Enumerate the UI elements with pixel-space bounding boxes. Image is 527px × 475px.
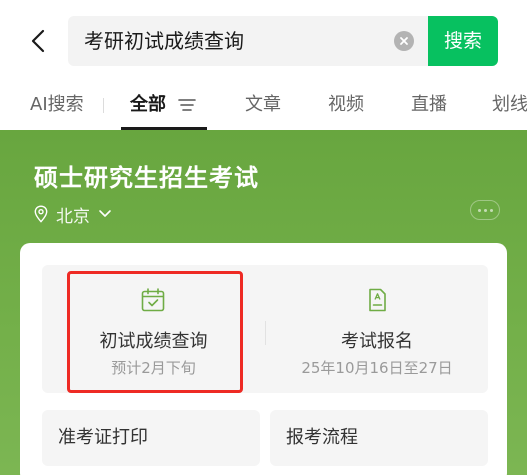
service-subtitle: 25年10月16日至27日 <box>301 359 453 377</box>
location-pin-icon <box>34 205 48 223</box>
service-title: 初试成绩查询 <box>99 331 208 352</box>
tab-videos[interactable]: 视频 <box>328 90 364 120</box>
search-input[interactable]: 考研初试成绩查询 <box>84 16 244 66</box>
location-selector[interactable]: 北京 <box>34 202 112 227</box>
tab-divider <box>103 98 104 113</box>
tab-articles[interactable]: 文章 <box>245 90 281 120</box>
card-title: 硕士研究生招生考试 <box>34 164 259 192</box>
service-subtitle: 预计2月下旬 <box>111 359 196 377</box>
service-registration[interactable]: 考试报名 25年10月16日至27日 <box>266 265 488 393</box>
back-button[interactable] <box>26 26 50 56</box>
filter-icon[interactable] <box>177 97 197 113</box>
tab-all[interactable]: 全部 <box>130 90 166 120</box>
more-dot <box>489 208 493 212</box>
document-icon <box>369 288 386 312</box>
services-grid: 初试成绩查询 预计2月下旬 考试报名 25年10月16日至27日 <box>42 265 488 393</box>
clear-search-button[interactable] <box>394 31 414 51</box>
tab-ai-search[interactable]: AI搜索 <box>30 90 84 120</box>
chevron-left-icon <box>31 29 45 53</box>
tab-live[interactable]: 直播 <box>411 90 447 120</box>
quick-link-admission-ticket[interactable]: 准考证打印 <box>42 410 260 466</box>
quick-link-application-process[interactable]: 报考流程 <box>270 410 488 466</box>
more-options-button[interactable] <box>470 200 500 220</box>
tab-highlights[interactable]: 划线 <box>492 90 527 120</box>
chevron-down-icon <box>99 210 111 217</box>
service-score-query[interactable]: 初试成绩查询 预计2月下旬 <box>42 265 265 393</box>
service-title: 考试报名 <box>341 331 413 352</box>
search-box[interactable]: 考研初试成绩查询 搜索 <box>68 16 498 66</box>
more-dot <box>477 208 481 212</box>
close-icon <box>400 37 408 45</box>
search-button[interactable]: 搜索 <box>428 16 498 66</box>
tab-bar: AI搜索 全部 文章 视频 直播 划线 <box>0 82 527 130</box>
calendar-check-icon <box>141 288 165 312</box>
search-header: 考研初试成绩查询 搜索 <box>0 0 527 82</box>
app-root: 考研初试成绩查询 搜索 AI搜索 全部 文章 视频 直播 划线 硕士研究生招生考… <box>0 0 527 475</box>
location-label: 北京 <box>56 206 90 227</box>
more-dot <box>483 208 487 212</box>
